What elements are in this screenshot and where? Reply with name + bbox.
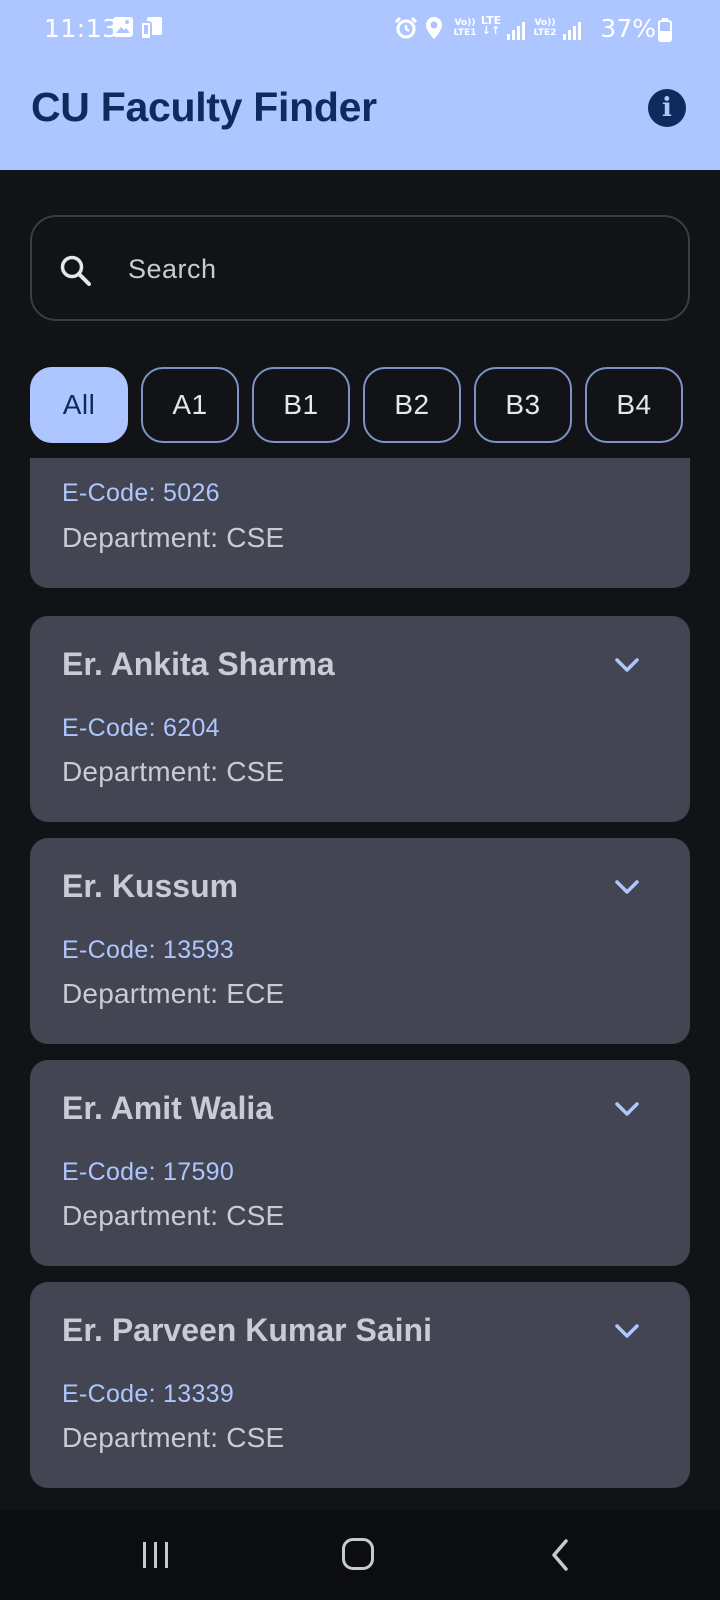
screen: 11:13 Vo)) LTE1 LTE ↓↑ Vo)) LTE2 37% CU …	[0, 0, 720, 1600]
info-icon[interactable]: i	[648, 89, 686, 127]
gallery-icon	[113, 17, 133, 37]
faculty-department: Department: CSE	[62, 756, 285, 787]
home-icon[interactable]	[342, 1538, 374, 1570]
screen-mirror-icon	[140, 17, 162, 40]
top-app-area: 11:13 Vo)) LTE1 LTE ↓↑ Vo)) LTE2 37% CU …	[0, 0, 720, 170]
chevron-down-icon[interactable]	[614, 878, 640, 896]
faculty-ecode: E-Code: 6204	[62, 714, 220, 742]
faculty-ecode: E-Code: 17590	[62, 1158, 235, 1186]
faculty-department: Department: CSE	[62, 1422, 285, 1453]
filter-chip-b1[interactable]: B1	[252, 367, 350, 443]
faculty-card[interactable]: Er. Amit Walia E-Code: 17590 Department:…	[30, 1060, 690, 1266]
recents-icon[interactable]	[140, 1540, 172, 1570]
battery-percent: 37%	[600, 14, 656, 43]
faculty-name: Er. Ankita Sharma	[62, 646, 335, 682]
network-2-label: Vo)) LTE2	[533, 18, 557, 38]
system-navigation-bar	[0, 1510, 720, 1600]
signal-icon	[507, 22, 525, 40]
faculty-card[interactable]: E-Code: 5026 Department: CSE	[30, 458, 690, 588]
faculty-name: Er. Kussum	[62, 868, 239, 904]
back-icon[interactable]	[550, 1538, 570, 1572]
battery-icon	[658, 18, 672, 42]
filter-chip-b3[interactable]: B3	[474, 367, 572, 443]
network-1-label: Vo)) LTE1	[453, 18, 477, 38]
search-bar[interactable]	[30, 215, 690, 321]
faculty-ecode: E-Code: 13339	[62, 1380, 235, 1408]
search-input[interactable]	[128, 245, 628, 293]
lte-label: LTE ↓↑	[480, 14, 502, 37]
chevron-down-icon[interactable]	[614, 1100, 640, 1118]
filter-chips: All A1 B1 B2 B3 B4	[30, 367, 690, 443]
alarm-icon	[394, 16, 418, 39]
chevron-down-icon[interactable]	[614, 1322, 640, 1340]
status-bar: 11:13 Vo)) LTE1 LTE ↓↑ Vo)) LTE2 37%	[0, 0, 720, 60]
faculty-card[interactable]: Er. Kussum E-Code: 13593 Department: ECE	[30, 838, 690, 1044]
faculty-card[interactable]: Er. Parveen Kumar Saini E-Code: 13339 De…	[30, 1282, 690, 1488]
status-time: 11:13	[44, 14, 119, 43]
signal-icon	[563, 22, 581, 40]
filter-chip-b2[interactable]: B2	[363, 367, 461, 443]
location-icon	[426, 17, 442, 39]
chevron-down-icon[interactable]	[614, 656, 640, 674]
filter-chip-all[interactable]: All	[30, 367, 128, 443]
filter-chip-a1[interactable]: A1	[141, 367, 239, 443]
faculty-name: Er. Amit Walia	[62, 1090, 274, 1126]
faculty-name: Er. Parveen Kumar Saini	[62, 1312, 432, 1348]
faculty-ecode: E-Code: 13593	[62, 936, 235, 964]
faculty-department: Department: CSE	[62, 522, 285, 553]
faculty-department: Department: ECE	[62, 978, 285, 1009]
faculty-list[interactable]: E-Code: 5026 Department: CSE Er. Ankita …	[0, 458, 720, 1510]
faculty-ecode: E-Code: 5026	[62, 479, 220, 507]
faculty-department: Department: CSE	[62, 1200, 285, 1231]
faculty-card[interactable]: Er. Ankita Sharma E-Code: 6204 Departmen…	[30, 616, 690, 822]
filter-chip-b4[interactable]: B4	[585, 367, 683, 443]
search-icon	[60, 255, 91, 286]
app-title: CU Faculty Finder	[31, 84, 377, 130]
